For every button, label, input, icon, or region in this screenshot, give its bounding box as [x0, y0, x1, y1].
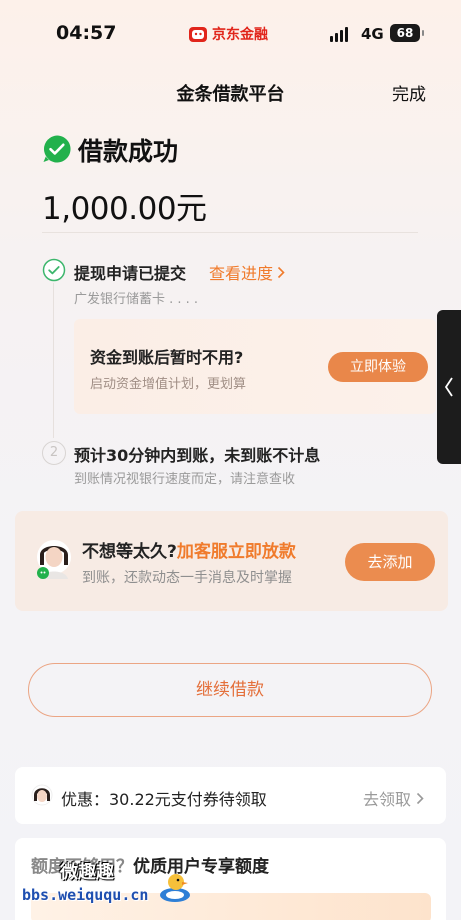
loan-amount: 1,000.00元 — [42, 191, 207, 227]
check-circle-outline-icon — [42, 258, 66, 282]
agent-avatar — [37, 540, 71, 579]
side-drawer-tab[interactable] — [437, 310, 461, 464]
chevron-right-icon — [277, 266, 285, 278]
cs-title-accent: 加客服立即放款 — [176, 542, 296, 562]
continue-borrow-button[interactable]: 继续借款 — [28, 663, 432, 717]
view-progress-label: 查看进度 — [209, 264, 274, 283]
brand-name: 京东金融 — [212, 27, 268, 43]
watermark-cn: 微趣趣 — [60, 862, 114, 883]
try-now-button[interactable]: 立即体验 — [328, 352, 428, 382]
step2-number-icon: 2 — [42, 441, 66, 465]
success-title: 借款成功 — [78, 137, 179, 166]
status-time: 04:57 — [56, 22, 117, 44]
fund-card-title: 资金到账后暂时不用? — [90, 348, 244, 367]
fund-card-subtitle: 启动资金增值计划，更划算 — [90, 377, 247, 392]
cs-card-subtitle: 到账，还款动态一手消息及时掌握 — [82, 570, 292, 586]
promo-avatar-icon — [31, 784, 53, 806]
cs-card-title: 不想等太久?加客服立即放款 — [82, 537, 296, 562]
step2-subtitle: 到账情况视银行速度而定，请注意查收 — [74, 472, 296, 487]
watermark-url: bbs.weiququ.cn — [22, 886, 149, 904]
done-button[interactable]: 完成 — [392, 80, 426, 105]
chevron-right-icon — [416, 792, 424, 804]
claim-label: 去领取 — [363, 790, 412, 809]
brand-logo: 京东金融 — [188, 24, 268, 44]
claim-coupon-link[interactable]: 去领取 — [363, 786, 424, 810]
duck-mascot-icon — [160, 874, 190, 902]
battery-icon: 68 — [390, 24, 424, 42]
bank-card-info: 广发银行储蓄卡 . . . . — [74, 292, 199, 307]
cs-title-text: 不想等太久? — [82, 542, 177, 562]
jd-dog-icon — [189, 27, 207, 42]
site-watermark: 微趣趣 bbs.weiququ.cn — [22, 858, 148, 904]
step-timeline — [53, 283, 54, 438]
signal-icon — [330, 27, 348, 42]
network-type: 4G — [361, 25, 384, 43]
coupon-text: 优惠：30.22元支付券待领取 — [61, 790, 267, 809]
step1-title: 提现申请已提交 — [74, 264, 187, 283]
credit-limit-offer: 优质用户专享额度 — [133, 857, 269, 877]
view-progress-link[interactable]: 查看进度 — [209, 260, 285, 284]
add-service-button[interactable]: 去添加 — [345, 543, 435, 581]
chevron-left-icon — [444, 377, 453, 397]
step2-title: 预计30分钟内到账，未到账不计息 — [74, 446, 321, 465]
divider — [42, 232, 418, 233]
check-circle-icon — [43, 135, 71, 163]
